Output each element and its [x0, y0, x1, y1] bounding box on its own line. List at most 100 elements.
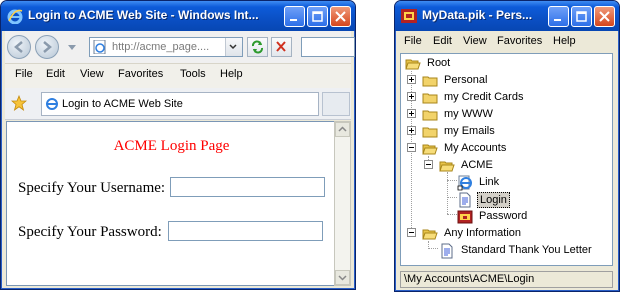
scroll-up-button[interactable]	[335, 122, 350, 137]
ie-menubar: File Edit View Favorites Tools Help	[5, 63, 351, 89]
forward-arrow-icon	[43, 41, 52, 53]
tree-connector	[447, 214, 457, 215]
maximize-button[interactable]	[307, 6, 328, 27]
status-bar: \My Accounts\ACME\Login	[400, 271, 613, 288]
menu-edit[interactable]: Edit	[46, 68, 65, 80]
search-box[interactable]	[301, 37, 355, 57]
username-label: Specify Your Username:	[18, 180, 166, 196]
menu-help[interactable]: Help	[220, 68, 243, 80]
close-button[interactable]	[594, 6, 615, 27]
menu-help[interactable]: Help	[553, 35, 576, 47]
address-text: http://acme_page....	[112, 41, 210, 53]
password-label: Specify Your Password:	[18, 224, 162, 240]
data-tree: Root Personal my Credit Cards my WWW my …	[400, 53, 613, 266]
ie-page-icon	[46, 98, 58, 110]
expand-toggle-emails[interactable]	[407, 126, 416, 135]
collapse-toggle-acme[interactable]	[424, 160, 433, 169]
pik-app-icon	[401, 9, 417, 23]
refresh-button[interactable]	[247, 37, 268, 57]
tree-connector	[428, 248, 438, 249]
menu-edit[interactable]: Edit	[433, 35, 452, 47]
menu-file[interactable]: File	[404, 35, 422, 47]
new-tab-button[interactable]	[322, 92, 350, 116]
tree-node-label: my Credit Cards	[444, 91, 524, 103]
folder-open-icon	[422, 229, 438, 240]
menu-tools[interactable]: Tools	[180, 68, 206, 80]
menu-file[interactable]: File	[15, 68, 33, 80]
ie-titlebar[interactable]: Login to ACME Web Site - Windows Int...	[1, 1, 355, 31]
address-dropdown-button[interactable]	[225, 38, 242, 56]
folder-open-icon	[405, 59, 421, 70]
folder-icon	[422, 76, 438, 87]
pik-window: MyData.pik - Pers... File Edit View Favo…	[394, 0, 620, 292]
expand-toggle-credit-cards[interactable]	[407, 92, 416, 101]
back-arrow-icon	[14, 41, 23, 53]
tab-bar: Login to ACME Web Site	[5, 88, 351, 120]
expand-toggle-personal[interactable]	[407, 75, 416, 84]
document-icon	[441, 243, 453, 259]
tree-node-label: Any Information	[444, 227, 522, 239]
ie-link-icon	[457, 175, 472, 191]
collapse-toggle-any-information[interactable]	[407, 228, 416, 237]
pik-menubar: File Edit View Favorites Help	[399, 31, 615, 53]
tree-node-label: Password	[479, 210, 528, 222]
back-button[interactable]	[7, 35, 31, 59]
page-icon	[93, 40, 106, 54]
navigation-bar: http://acme_page....	[5, 31, 355, 63]
username-field[interactable]	[170, 177, 325, 197]
close-button[interactable]	[330, 6, 351, 27]
history-dropdown-icon[interactable]	[68, 45, 76, 51]
menu-view[interactable]: View	[463, 35, 487, 47]
minimize-icon	[290, 19, 297, 21]
folder-open-icon	[439, 161, 455, 172]
folder-icon	[422, 127, 438, 138]
tree-node-label: Login	[477, 192, 510, 208]
tree-node-label: Link	[479, 176, 500, 188]
favorites-star-icon[interactable]	[11, 95, 27, 111]
scroll-down-button[interactable]	[335, 270, 350, 285]
maximize-icon	[576, 11, 587, 22]
menu-favorites[interactable]: Favorites	[118, 68, 163, 80]
menu-view[interactable]: View	[80, 68, 104, 80]
tree-connector	[447, 180, 457, 181]
expand-toggle-www[interactable]	[407, 109, 416, 118]
maximize-button[interactable]	[571, 6, 592, 27]
tree-connector	[447, 197, 457, 198]
maximize-icon	[312, 11, 323, 22]
tree-connector	[447, 172, 448, 214]
ie-logo-icon	[7, 9, 23, 24]
vertical-scrollbar[interactable]	[334, 121, 351, 286]
pik-window-title: MyData.pik - Pers...	[422, 8, 533, 22]
tree-node-label: My Accounts	[444, 142, 507, 154]
minimize-icon	[554, 19, 561, 21]
minimize-button[interactable]	[284, 6, 305, 27]
chevron-down-icon	[338, 275, 347, 281]
tree-node-label: my WWW	[444, 108, 493, 120]
ie-window: Login to ACME Web Site - Windows Int... …	[0, 0, 356, 290]
stop-icon	[276, 41, 286, 52]
tree-node-label: ACME	[461, 159, 493, 171]
tree-node-label: Root	[427, 57, 451, 69]
document-icon	[459, 192, 471, 208]
tree-node-label: Personal	[444, 74, 488, 86]
collapse-toggle-my-accounts[interactable]	[407, 143, 416, 152]
address-bar[interactable]: http://acme_page....	[89, 37, 243, 57]
forward-button[interactable]	[35, 35, 59, 59]
tree-node-label: Standard Thank You Letter	[461, 244, 592, 256]
pik-titlebar[interactable]: MyData.pik - Pers...	[395, 1, 619, 31]
minimize-button[interactable]	[548, 6, 569, 27]
page-content: ACME Login Page Specify Your Username: S…	[6, 121, 337, 286]
folder-icon	[422, 110, 438, 121]
menu-favorites[interactable]: Favorites	[497, 35, 542, 47]
chevron-up-icon	[338, 126, 347, 132]
stop-button[interactable]	[271, 37, 292, 57]
close-icon	[335, 11, 346, 22]
refresh-icon	[252, 40, 263, 54]
tree-node-label: my Emails	[444, 125, 495, 137]
folder-open-icon	[422, 144, 438, 155]
folder-icon	[422, 93, 438, 104]
chevron-down-icon	[229, 44, 237, 50]
tab-login[interactable]: Login to ACME Web Site	[41, 92, 319, 116]
close-icon	[599, 11, 610, 22]
password-field[interactable]	[168, 221, 323, 241]
